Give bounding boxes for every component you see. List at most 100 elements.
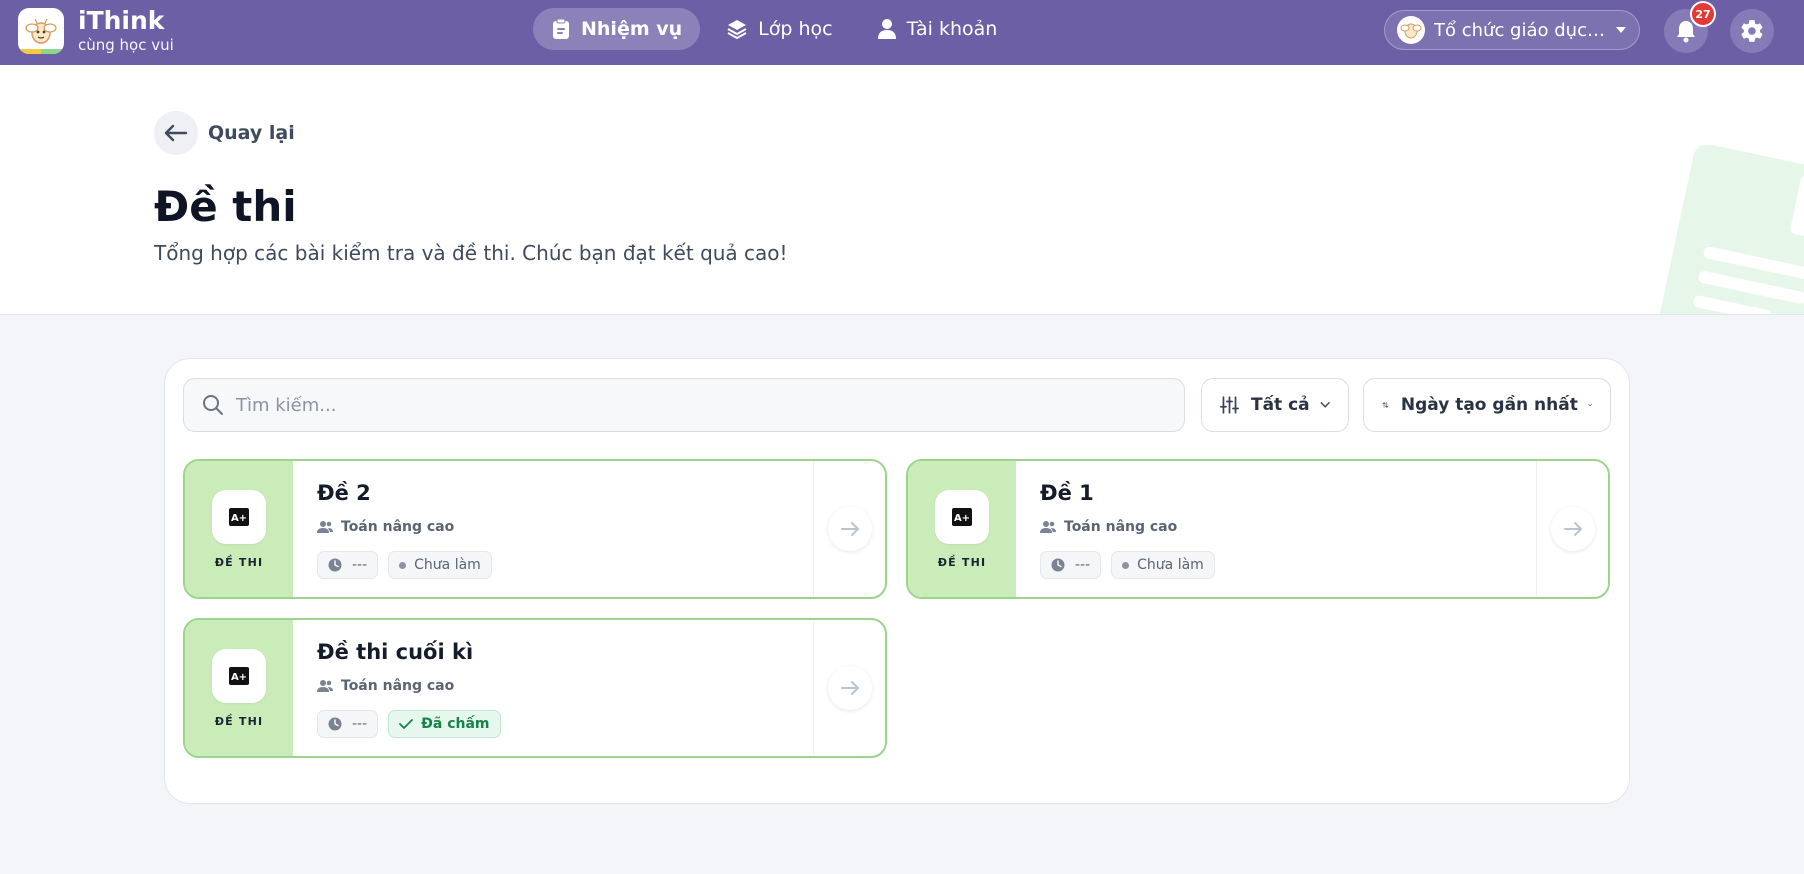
nav-item-account[interactable]: Tài khoản [859,8,1016,50]
time-chip: --- [317,551,379,579]
org-avatar-icon [1397,16,1425,44]
users-icon [317,521,333,533]
exam-list-panel: Tất cả Ngày tạo gần nhất A+ ĐỀ THI Đề 2 … [164,358,1630,804]
bee-logo-icon [18,8,64,54]
exam-class-name: Toán nâng cao [1064,519,1178,535]
sort-label: Ngày tạo gần nhất [1400,395,1578,415]
org-selector[interactable]: Tổ chức giáo dục ... [1384,10,1640,50]
sort-arrows-icon [1382,402,1389,408]
exam-type-panel: A+ ĐỀ THI [908,461,1016,597]
svg-text:A+: A+ [231,672,247,683]
exam-type-label: ĐỀ THI [214,714,264,728]
exam-title: Đề 1 [1040,481,1094,505]
exam-icon-box: A+ [212,648,266,703]
grade-paper-icon: A+ [952,507,972,526]
search-box[interactable] [183,378,1185,432]
exam-meta: --- Chưa làm [1040,551,1225,579]
type-filter-dropdown[interactable]: Tất cả [1201,378,1349,432]
open-exam-button[interactable] [813,461,885,597]
status-badge: Chưa làm [388,551,492,579]
exam-type-panel: A+ ĐỀ THI [185,620,293,756]
status-text: Chưa làm [1137,557,1204,573]
exam-card[interactable]: A+ ĐỀ THI Đề thi cuối kì Toán nâng cao -… [183,618,887,758]
clock-icon [1051,558,1065,572]
exam-class: Toán nâng cao [317,519,454,535]
back-label: Quay lại [208,122,295,144]
brand[interactable]: iThink cùng học vui [18,7,174,55]
time-chip: --- [1040,551,1102,579]
time-chip: --- [317,710,379,738]
notification-badge: 27 [1690,1,1716,27]
nav-item-classes[interactable]: Lớp học [708,8,850,50]
settings-button[interactable] [1730,9,1774,53]
back-button[interactable]: Quay lại [154,111,295,155]
arrow-right-icon [840,522,859,536]
search-input[interactable] [236,394,1136,416]
back-circle [154,111,198,155]
clock-icon [328,717,342,731]
exam-meta: --- Chưa làm [317,551,502,579]
exam-card[interactable]: A+ ĐỀ THI Đề 2 Toán nâng cao --- Chưa là… [183,459,887,599]
open-exam-circle [1550,507,1595,551]
exam-type-label: ĐỀ THI [214,555,264,569]
open-exam-button[interactable] [813,620,885,756]
exam-icon-box: A+ [212,489,266,544]
logo-stripe [18,49,64,54]
page-header: Quay lại Đề thi Tổng hợp các bài kiểm tr… [0,65,1804,315]
chevron-down-icon [1588,403,1592,407]
exam-type-label: ĐỀ THI [937,555,987,569]
open-exam-circle [827,666,872,710]
nav-item-label: Tài khoản [906,18,998,40]
exam-card[interactable]: A+ ĐỀ THI Đề 1 Toán nâng cao --- Chưa là… [906,459,1610,599]
status-text: Chưa làm [414,557,481,573]
page-subtitle: Tổng hợp các bài kiểm tra và đề thi. Chú… [154,241,788,265]
time-value: --- [352,557,368,573]
svg-text:A+: A+ [954,513,970,524]
arrow-left-icon [164,124,188,142]
caret-down-icon [1616,27,1626,33]
status-badge: Đã chấm [388,710,501,738]
exam-type-panel: A+ ĐỀ THI [185,461,293,597]
document-illustration-icon [1651,145,1804,314]
exam-icon-box: A+ [935,489,989,544]
notifications-button[interactable]: 27 [1664,1,1716,53]
users-icon [317,680,333,692]
open-exam-button[interactable] [1536,461,1608,597]
layers-icon [727,20,747,39]
exam-meta: --- Đã chấm [317,710,511,738]
users-icon [1040,521,1056,533]
open-exam-circle [827,507,872,551]
chevron-down-icon [1320,401,1330,408]
page-title: Đề thi [154,182,297,231]
main-nav: Nhiệm vụ Lớp học Tài khoản [533,8,1023,50]
exam-class-name: Toán nâng cao [341,519,455,535]
gear-icon [1741,20,1763,42]
exam-title: Đề 2 [317,481,371,505]
sort-dropdown[interactable]: Ngày tạo gần nhất [1363,378,1611,432]
type-filter-label: Tất cả [1250,395,1310,415]
status-dot [399,561,407,569]
time-value: --- [352,716,368,732]
nav-item-label: Nhiệm vụ [581,18,683,40]
arrow-right-icon [1563,522,1582,536]
time-value: --- [1075,557,1091,573]
user-icon [877,19,896,39]
status-dot [1122,561,1130,569]
grade-paper-icon: A+ [229,507,249,526]
exam-class: Toán nâng cao [1040,519,1177,535]
arrow-right-icon [840,681,859,695]
grade-paper-icon: A+ [229,666,249,685]
exam-class-name: Toán nâng cao [341,678,455,694]
exam-title: Đề thi cuối kì [317,640,474,664]
org-name: Tổ chức giáo dục ... [1434,19,1607,41]
search-icon [203,395,223,415]
brand-text: iThink cùng học vui [78,7,174,55]
nav-item-tasks[interactable]: Nhiệm vụ [533,8,701,50]
svg-text:A+: A+ [231,513,247,524]
app-name: iThink [78,6,165,35]
exam-class: Toán nâng cao [317,678,454,694]
app-tagline: cùng học vui [78,36,174,54]
nav-item-label: Lớp học [758,18,833,40]
clock-icon [328,558,342,572]
top-navbar: iThink cùng học vui Nhiệm vụ Lớp học Tài… [0,0,1804,65]
